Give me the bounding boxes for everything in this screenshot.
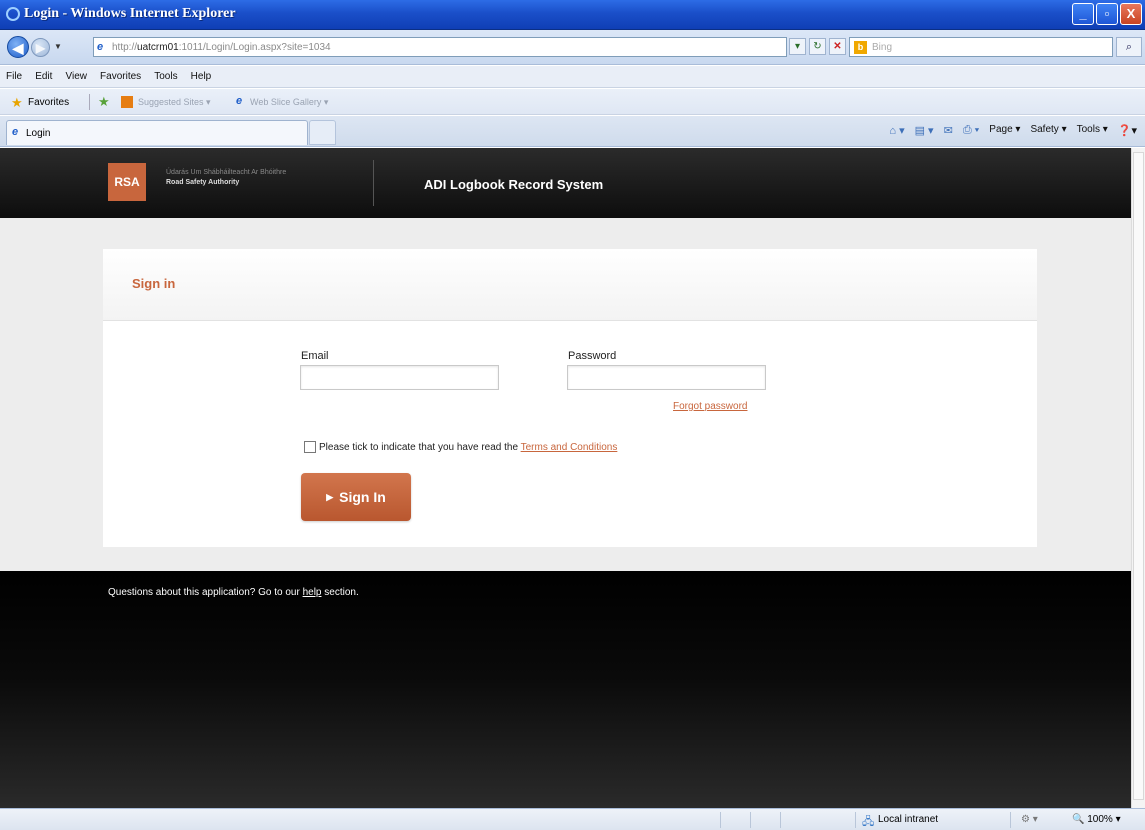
print-icon[interactable]: ⎙ ▾ — [963, 124, 979, 137]
mail-icon[interactable]: ✉ — [944, 124, 953, 137]
status-bar: 🖧 Local intranet ⚙ ▾ 🔍 100% ▾ — [0, 808, 1145, 830]
feeds-icon[interactable]: ▤ ▾ — [915, 124, 934, 137]
header-divider — [373, 160, 374, 206]
site-header: RSA Údarás Um Shábháilteacht Ar Bhóithre… — [0, 148, 1131, 218]
suggested-sites-icon — [121, 96, 133, 108]
terms-checkbox[interactable] — [304, 441, 316, 453]
help-icon[interactable]: ❓▾ — [1118, 124, 1137, 137]
protected-mode-icon[interactable]: ⚙ ▾ — [1021, 814, 1038, 825]
menu-view[interactable]: View — [59, 66, 91, 82]
status-divider — [855, 812, 856, 828]
home-icon[interactable]: ⌂ ▾ — [889, 124, 904, 137]
signin-card-header: Sign in — [103, 249, 1037, 321]
tools-menu[interactable]: Tools ▾ — [1077, 124, 1108, 137]
help-link[interactable]: help — [303, 587, 322, 598]
status-divider — [1010, 812, 1011, 828]
status-divider — [750, 812, 751, 828]
tab-login[interactable]: e Login — [6, 120, 308, 145]
menu-help[interactable]: Help — [185, 66, 216, 82]
url-text[interactable]: http://uatcrm01:1011/Login/Login.aspx?si… — [112, 42, 331, 53]
tab-bar: e Login ⌂ ▾ ▤ ▾ ✉ ⎙ ▾ Page ▾ Safety ▾ To… — [0, 116, 1145, 147]
play-arrow-icon: ▶ — [326, 491, 334, 502]
forward-button[interactable]: ▶ — [31, 38, 50, 57]
suggested-sites-link[interactable]: Suggested Sites ▾ — [138, 97, 211, 108]
tab-page-icon: e — [12, 126, 19, 138]
scrollbar-thumb[interactable] — [1133, 152, 1144, 800]
search-placeholder: Bing — [872, 42, 893, 53]
intranet-zone-icon: 🖧 — [862, 816, 875, 828]
window-controls: _ ▫ X — [1072, 3, 1142, 25]
url-dropdown-icon[interactable]: ▾ — [789, 38, 806, 55]
refresh-icon[interactable]: ↻ — [809, 38, 826, 55]
menu-favorites[interactable]: Favorites — [94, 66, 145, 82]
window-title-bar: Login - Windows Internet Explorer _ ▫ X — [0, 0, 1145, 30]
close-button[interactable]: X — [1120, 3, 1142, 25]
web-page: RSA Údarás Um Shábháilteacht Ar Bhóithre… — [0, 148, 1131, 808]
add-favorite-icon[interactable]: ★ — [98, 94, 110, 110]
rsa-logo[interactable]: RSA — [108, 163, 146, 201]
maximize-button[interactable]: ▫ — [1096, 3, 1118, 25]
sign-in-button[interactable]: ▶ Sign In — [301, 473, 411, 521]
status-divider — [720, 812, 721, 828]
signin-card: Sign in Email Password Forgot password P… — [103, 249, 1037, 547]
footer-text: Questions about this application? Go to … — [108, 587, 359, 598]
menu-tools[interactable]: Tools — [148, 66, 181, 82]
window-title: Login - Windows Internet Explorer — [24, 6, 236, 21]
ie-logo-icon — [6, 7, 20, 21]
url-field[interactable]: e http://uatcrm01:1011/Login/Login.aspx?… — [93, 37, 787, 57]
web-slice-icon: e — [236, 95, 243, 107]
page-menu[interactable]: Page ▾ — [989, 124, 1020, 137]
address-tools: ▾ ↻ ✕ — [789, 38, 846, 55]
page-icon: e — [97, 41, 104, 53]
favorites-divider — [89, 94, 90, 110]
command-bar: ⌂ ▾ ▤ ▾ ✉ ⎙ ▾ Page ▾ Safety ▾ Tools ▾ ❓▾ — [889, 124, 1137, 137]
search-input[interactable]: b Bing — [849, 37, 1113, 57]
menu-edit[interactable]: Edit — [29, 66, 56, 82]
password-label: Password — [568, 350, 617, 362]
bing-icon: b — [854, 41, 867, 54]
menu-file[interactable]: File — [0, 66, 26, 82]
menu-bar: File Edit View Favorites Tools Help — [0, 66, 1145, 88]
favorites-star-icon[interactable]: ★ — [11, 95, 23, 111]
vertical-scrollbar[interactable] — [1131, 148, 1145, 808]
favorites-bar: ★ Favorites ★ Suggested Sites ▾ e Web Sl… — [0, 89, 1145, 115]
terms-text: Please tick to indicate that you have re… — [319, 442, 618, 453]
agency-name-irish: Údarás Um Shábháilteacht Ar Bhóithre — [166, 169, 287, 176]
zoom-level[interactable]: 🔍 100% ▾ — [1072, 814, 1121, 825]
stop-icon[interactable]: ✕ — [829, 38, 846, 55]
sign-in-button-label: Sign In — [339, 489, 386, 505]
terms-link[interactable]: Terms and Conditions — [521, 442, 618, 453]
web-slice-gallery-link[interactable]: Web Slice Gallery ▾ — [250, 97, 328, 108]
signin-title: Sign in — [132, 276, 176, 291]
forgot-password-link[interactable]: Forgot password — [673, 401, 747, 412]
minimize-button[interactable]: _ — [1072, 3, 1094, 25]
status-divider — [780, 812, 781, 828]
favorites-button[interactable]: Favorites — [28, 97, 69, 108]
new-tab-button[interactable] — [309, 120, 336, 145]
address-bar: ◀ ▶ ▼ e http://uatcrm01:1011/Login/Login… — [0, 30, 1145, 65]
safety-menu[interactable]: Safety ▾ — [1030, 124, 1066, 137]
site-footer: Questions about this application? Go to … — [0, 571, 1131, 808]
email-label: Email — [301, 350, 329, 362]
back-button[interactable]: ◀ — [7, 36, 29, 58]
tab-label: Login — [26, 128, 51, 139]
history-dropdown-icon[interactable]: ▼ — [54, 42, 62, 51]
password-field[interactable] — [567, 365, 766, 390]
system-name: ADI Logbook Record System — [424, 177, 604, 192]
security-zone-label[interactable]: Local intranet — [878, 814, 938, 825]
agency-name-english: Road Safety Authority — [166, 179, 240, 186]
email-field[interactable] — [300, 365, 499, 390]
search-button[interactable]: ⌕ — [1116, 37, 1142, 57]
